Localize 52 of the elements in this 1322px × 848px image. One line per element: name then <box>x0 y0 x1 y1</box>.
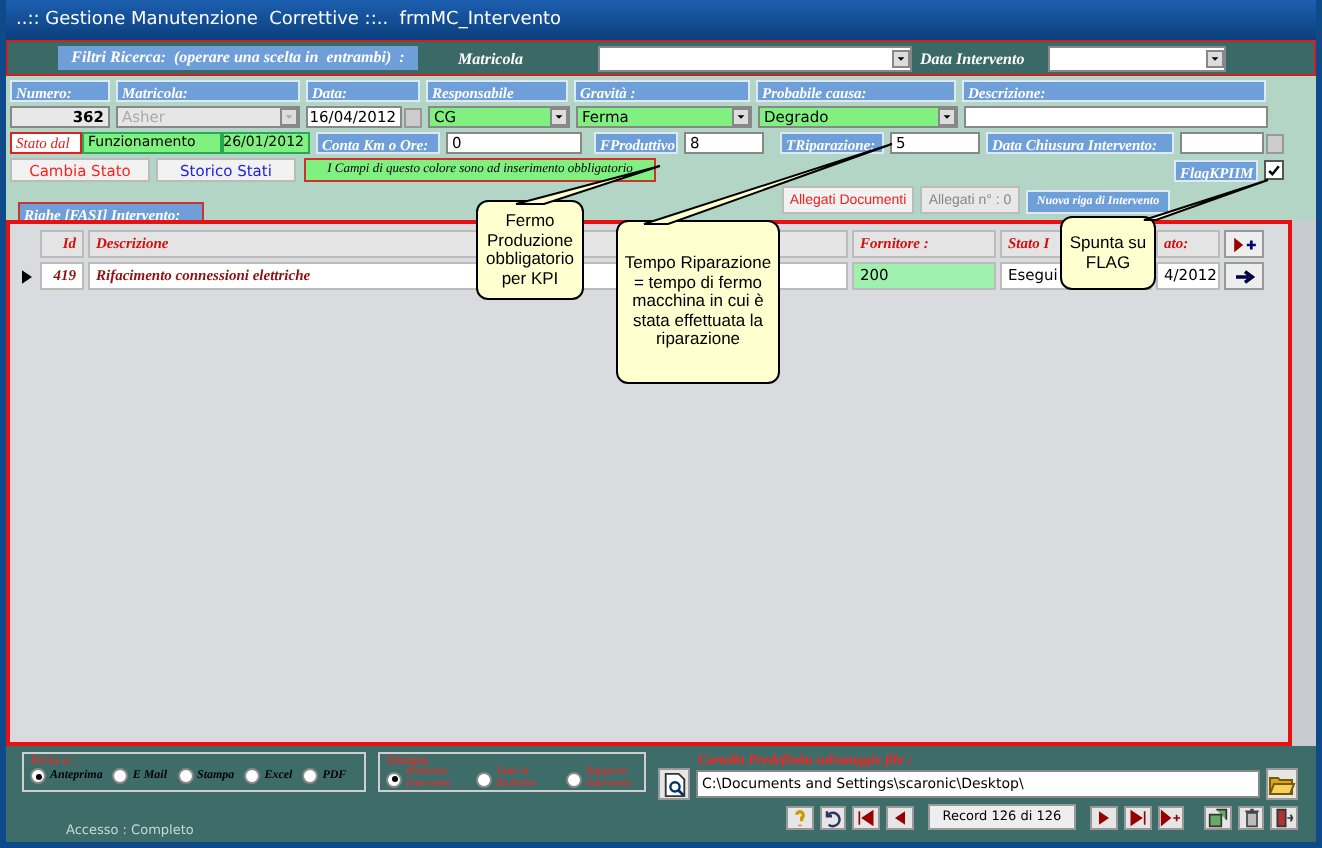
radio-button[interactable] <box>244 768 261 784</box>
help-icon <box>789 807 810 827</box>
undo-icon <box>822 807 843 827</box>
callout: Tempo Riparazione = tempo di fermo macchina in cui è stata effettuata la riparazione <box>616 220 780 384</box>
new-record-icon <box>1231 235 1257 253</box>
radio-button[interactable] <box>302 768 319 784</box>
callout: Fermo Produzione obbligatorio per KPI <box>476 200 584 300</box>
flag-checkbox[interactable] <box>1264 160 1284 180</box>
radio-button[interactable] <box>476 771 492 787</box>
window-title: ..:: Gestione Manutenzione Correttive ::.. frmMC_Intervento <box>6 0 1316 40</box>
delete-button[interactable] <box>1237 805 1265 829</box>
next-button[interactable] <box>1090 805 1118 829</box>
row-pointer-icon <box>21 269 31 283</box>
filter-combo-box[interactable] <box>598 45 912 71</box>
callout: Spunta su FLAG <box>1060 216 1156 290</box>
caret-icon <box>892 49 910 67</box>
new-record-button[interactable] <box>1224 230 1264 258</box>
open-folder-button[interactable] <box>1266 768 1298 800</box>
last-button[interactable] <box>1123 805 1152 829</box>
radio-button[interactable] <box>112 768 129 784</box>
exit-button[interactable] <box>1270 805 1299 829</box>
radio-button[interactable] <box>566 771 582 787</box>
arrow-icon <box>1233 267 1255 285</box>
trash-icon <box>1241 807 1262 827</box>
first-icon <box>856 807 877 827</box>
prev-button[interactable] <box>885 805 914 829</box>
undo-button[interactable] <box>819 805 847 829</box>
filter-combo-box[interactable] <box>1048 45 1226 71</box>
caret-icon <box>938 108 956 126</box>
caret-icon <box>1206 49 1224 67</box>
new-button[interactable] <box>1157 805 1185 829</box>
radio-button[interactable] <box>30 768 46 784</box>
filter-field-label: Data Intervento <box>920 49 1027 67</box>
save-button[interactable] <box>1204 805 1232 829</box>
preview-button[interactable] <box>658 768 690 800</box>
filter-field-label: Matricola <box>458 49 525 67</box>
radio-button[interactable] <box>386 771 402 787</box>
last-icon <box>1127 807 1148 827</box>
radio-button[interactable] <box>177 768 194 784</box>
help-button[interactable] <box>786 805 814 829</box>
caret-icon <box>550 108 568 126</box>
open-row-button[interactable] <box>1224 262 1264 290</box>
caret-icon <box>280 108 298 126</box>
description-field[interactable] <box>964 106 1268 128</box>
scrollbar[interactable] <box>1292 220 1316 746</box>
save-icon <box>1207 807 1228 827</box>
new-icon <box>1160 807 1181 827</box>
closing-date-field[interactable] <box>1180 132 1264 154</box>
filter-label: Filtri Ricerca: (operare una scelta in entrambi) : <box>58 46 418 70</box>
door-icon <box>1274 807 1295 827</box>
caret-icon <box>732 108 750 126</box>
first-button[interactable] <box>852 805 880 829</box>
